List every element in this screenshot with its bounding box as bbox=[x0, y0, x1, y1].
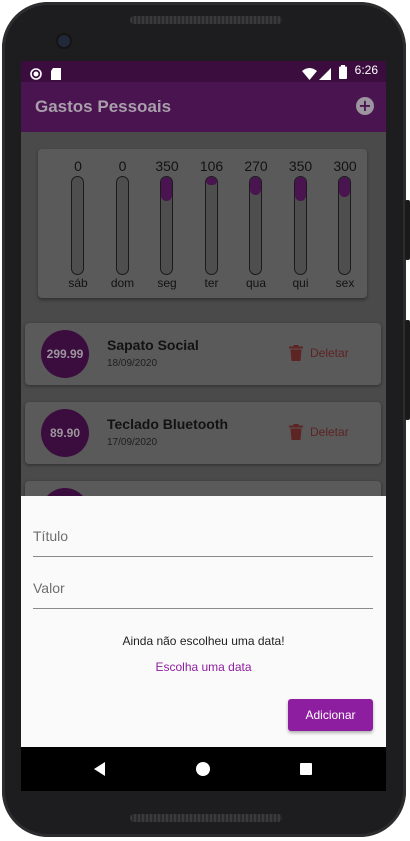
bar-fill bbox=[205, 177, 217, 185]
bar-day-label: sáb bbox=[68, 276, 88, 290]
transaction-value-badge: 89.90 bbox=[41, 409, 89, 457]
chart-bar-6: 300 sex bbox=[330, 149, 360, 298]
delete-label: Deletar bbox=[310, 425, 349, 439]
bar-day-label: seg bbox=[157, 276, 177, 290]
bar-day-label: qui bbox=[292, 276, 309, 290]
new-transaction-form: Ainda não escolheu uma data! Escolha uma… bbox=[21, 496, 386, 747]
top-speaker bbox=[130, 16, 282, 24]
bar-day-label: sex bbox=[335, 276, 355, 290]
battery-icon bbox=[339, 64, 347, 83]
front-camera bbox=[58, 35, 70, 47]
bar-track bbox=[249, 176, 262, 275]
chart-bar-2: 350 seg bbox=[152, 149, 182, 298]
title-field bbox=[33, 516, 373, 557]
chart-bar-1: 0 dom bbox=[108, 149, 138, 298]
choose-date-button[interactable]: Escolha uma data bbox=[21, 660, 386, 674]
app-bar: Gastos Pessoais + bbox=[21, 82, 386, 132]
transaction-value-badge: 299.99 bbox=[41, 330, 89, 378]
bar-fill bbox=[250, 177, 261, 195]
transaction-date: 17/09/2020 bbox=[107, 437, 158, 448]
title-input[interactable] bbox=[33, 516, 373, 556]
value-field bbox=[33, 568, 373, 609]
transaction-title: Sapato Social bbox=[107, 337, 199, 353]
chart-bar-5: 350 qui bbox=[286, 149, 316, 298]
back-icon[interactable] bbox=[94, 762, 105, 776]
bar-track bbox=[71, 176, 84, 275]
bar-fill bbox=[161, 177, 172, 201]
bar-track bbox=[115, 176, 129, 275]
bar-track bbox=[160, 176, 173, 275]
status-time: 6:26 bbox=[354, 63, 378, 77]
bar-track bbox=[293, 176, 307, 275]
transaction-card: 299.99 Sapato Social 18/09/2020 Deletar bbox=[25, 323, 381, 385]
recent-apps-icon[interactable] bbox=[300, 763, 312, 775]
bar-amount-label: 106 bbox=[199, 158, 224, 174]
bar-day-label: qua bbox=[245, 276, 267, 290]
weekly-chart: 0 sáb 0 dom 350 seg 106 ter 270 qua 350 qui 300 sex bbox=[38, 149, 367, 298]
bar-amount-label: 0 bbox=[118, 158, 127, 174]
chart-bar-4: 270 qua bbox=[241, 149, 271, 298]
bottom-speaker bbox=[130, 814, 282, 822]
transaction-title: Teclado Bluetooth bbox=[107, 416, 229, 432]
bar-track bbox=[204, 176, 218, 275]
bar-amount-label: 300 bbox=[333, 158, 357, 174]
no-date-message: Ainda não escolheu uma data! bbox=[122, 634, 285, 648]
app-title: Gastos Pessoais bbox=[35, 97, 172, 116]
delete-label: Deletar bbox=[310, 346, 349, 360]
bar-track bbox=[338, 176, 351, 275]
bar-day-label: dom bbox=[110, 276, 135, 290]
bar-fill bbox=[339, 177, 350, 197]
add-circle-icon[interactable]: + bbox=[356, 97, 374, 115]
chart-bar-3: 106 ter bbox=[197, 149, 227, 298]
value-input[interactable] bbox=[33, 568, 373, 608]
bar-amount-label: 350 bbox=[288, 158, 313, 174]
bar-amount-label: 350 bbox=[155, 158, 179, 174]
status-bar: 6:26 bbox=[21, 61, 386, 82]
bar-day-label: ter bbox=[204, 276, 219, 290]
bar-amount-label: 270 bbox=[244, 158, 268, 174]
trash-icon bbox=[289, 424, 303, 440]
power-button bbox=[405, 320, 410, 420]
navigation-bar bbox=[21, 747, 386, 791]
transaction-date: 18/09/2020 bbox=[107, 358, 158, 369]
volume-button bbox=[405, 200, 410, 260]
add-transaction-button[interactable]: Adicionar bbox=[288, 699, 373, 731]
transaction-card: 89.90 Teclado Bluetooth 17/09/2020 Delet… bbox=[25, 402, 381, 464]
screen: 6:26 Gastos Pessoais + 0 sáb 0 dom 350 seg 106… bbox=[21, 61, 386, 791]
home-icon[interactable] bbox=[196, 762, 210, 776]
bar-fill bbox=[294, 177, 306, 201]
trash-icon bbox=[289, 345, 303, 361]
chart-bar-0: 0 sáb bbox=[63, 149, 93, 298]
bar-amount-label: 0 bbox=[74, 158, 82, 174]
